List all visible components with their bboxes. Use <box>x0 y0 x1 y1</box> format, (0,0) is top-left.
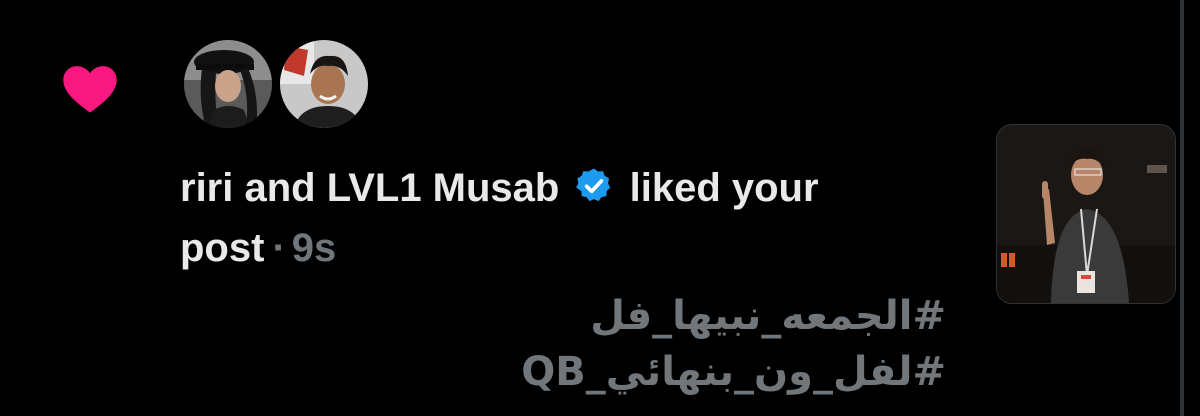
user-name-lvl1-musab[interactable]: LVL1 Musab <box>327 166 560 210</box>
avatar-riri[interactable] <box>184 40 272 128</box>
post-thumbnail-image[interactable] <box>996 124 1176 304</box>
scrollbar[interactable] <box>1180 0 1184 416</box>
verified-badge-icon <box>574 163 614 203</box>
separator-dot: · <box>272 226 286 270</box>
notification-text: riri and LVL1 Musab liked your post · 9s <box>180 158 940 278</box>
user-name-riri[interactable]: riri <box>180 166 233 210</box>
hashtag-link[interactable]: #الجمعه_نبيها_فل <box>521 288 946 344</box>
connector-text: and <box>244 166 316 210</box>
heart-icon <box>58 56 122 120</box>
hashtag-link[interactable]: #لفل_ون_بنهائي_QB <box>521 344 946 400</box>
post-hashtags: #الجمعه_نبيها_فل #لفل_ون_بنهائي_QB <box>521 288 946 400</box>
timestamp: 9s <box>291 226 337 270</box>
avatar-lvl1-musab[interactable] <box>280 40 368 128</box>
